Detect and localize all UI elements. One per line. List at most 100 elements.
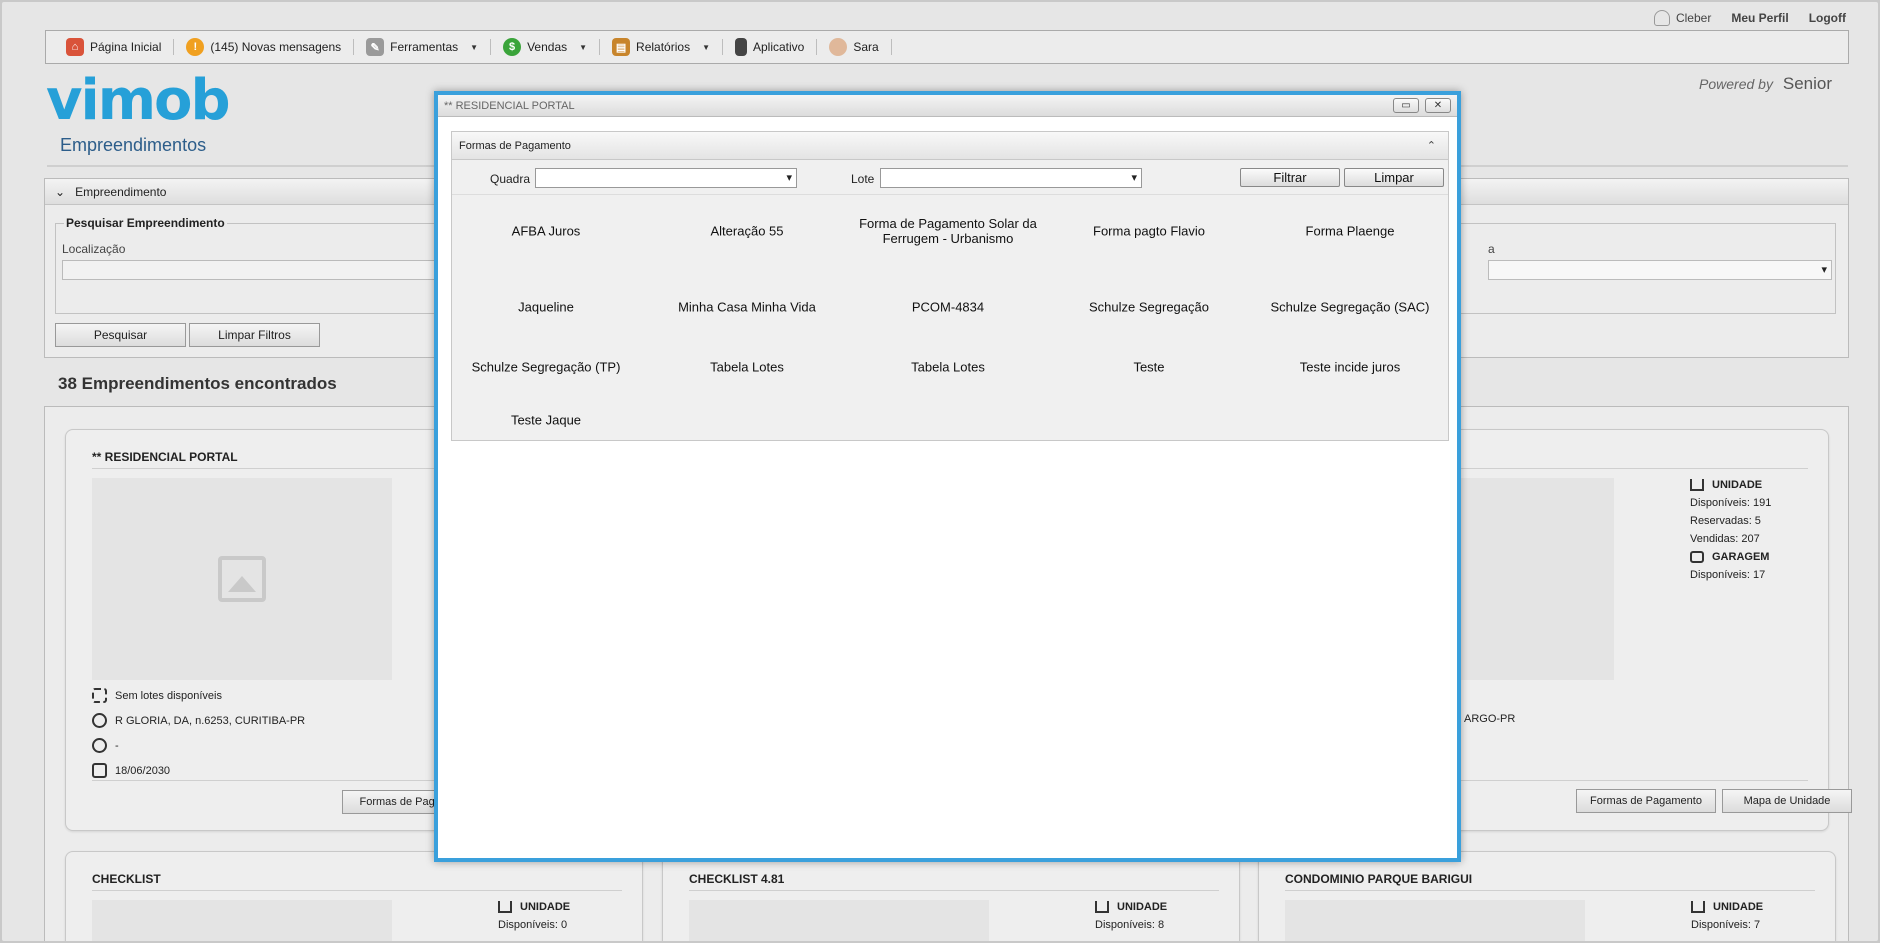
- payment-option[interactable]: Forma pagto Flavio: [1049, 224, 1249, 239]
- card-image-placeholder: [689, 900, 989, 941]
- unit-stats: UNIDADE Disponíveis: 191 Reservadas: 5 V…: [1690, 476, 1771, 584]
- chevron-down-icon: ▼: [470, 42, 479, 52]
- unit-stats: UNIDADE Disponíveis: 8: [1095, 898, 1167, 934]
- close-icon[interactable]: ✕: [1425, 98, 1451, 113]
- menu-sales-label: Vendas: [527, 40, 568, 54]
- card-title: CHECKLIST 4.81: [689, 872, 785, 886]
- price-text: -: [115, 739, 119, 752]
- project-card-checklist-481: CHECKLIST 4.81 UNIDADE Disponíveis: 8: [662, 851, 1240, 941]
- search-button[interactable]: Pesquisar: [55, 323, 186, 347]
- payment-option[interactable]: Schulze Segregação: [1049, 300, 1249, 315]
- location-input[interactable]: [62, 260, 462, 280]
- unit-heading: UNIDADE: [498, 898, 570, 916]
- powered-by: Powered by Senior: [1699, 74, 1832, 94]
- vimob-logo: vimob: [46, 68, 231, 133]
- menu-app[interactable]: Aplicativo: [723, 38, 818, 56]
- menu-user[interactable]: Sara: [817, 38, 892, 56]
- filter-button[interactable]: Filtrar: [1240, 168, 1340, 187]
- payment-option[interactable]: Teste incide juros: [1250, 360, 1450, 375]
- user-icon: [1653, 10, 1670, 26]
- project-card-barigui: CONDOMINIO PARQUE BARIGUI UNIDADE Dispon…: [1258, 851, 1836, 941]
- quadra-label: Quadra: [490, 172, 531, 186]
- senior-logo: Senior: [1782, 74, 1832, 93]
- car-icon: [1690, 551, 1704, 563]
- payment-option[interactable]: PCOM-4834: [848, 300, 1048, 315]
- payment-methods-header[interactable]: Formas de Pagamento ⌃: [452, 132, 1448, 160]
- results-count: 38 Empreendimentos encontrados: [58, 374, 337, 393]
- powered-by-text: Powered by: [1699, 76, 1773, 92]
- payment-option[interactable]: Forma Plaenge: [1250, 224, 1450, 239]
- avatar-icon: [829, 38, 848, 56]
- unit-heading: UNIDADE: [1691, 898, 1763, 916]
- unit-heading-text: UNIDADE: [520, 901, 571, 913]
- lots-icon: [92, 688, 107, 703]
- card-title: ** RESIDENCIAL PORTAL: [92, 450, 238, 464]
- card-divider: [92, 890, 622, 891]
- clear-button[interactable]: Limpar: [1344, 168, 1444, 187]
- available-count: Disponíveis: 7: [1691, 919, 1761, 931]
- dialog-titlebar[interactable]: ** RESIDENCIAL PORTAL ▭ ✕: [438, 95, 1457, 117]
- payment-option[interactable]: Tabela Lotes: [647, 360, 847, 375]
- payment-option[interactable]: Schulze Segregação (TP): [446, 360, 646, 375]
- user-name: Cleber: [1675, 11, 1712, 25]
- house-icon: [1691, 901, 1705, 913]
- user-link[interactable]: Cleber: [1653, 10, 1712, 26]
- address-fragment: ARGO-PR: [1464, 713, 1516, 725]
- profile-link[interactable]: Meu Perfil: [1731, 11, 1788, 25]
- menu-app-label: Aplicativo: [753, 40, 805, 54]
- lots-row: Sem lotes disponíveis: [92, 688, 222, 703]
- payment-option[interactable]: Forma de Pagamento Solar da Ferrugem - U…: [848, 216, 1048, 246]
- card-title: CONDOMINIO PARQUE BARIGUI: [1285, 872, 1473, 886]
- garage-available-count: Disponíveis: 17: [1690, 569, 1766, 581]
- address-row: R GLORIA, DA, n.6253, CURITIBA-PR: [92, 713, 305, 728]
- clear-filters-button[interactable]: Limpar Filtros: [189, 323, 320, 347]
- collapse-icon[interactable]: ⌃: [1427, 139, 1436, 152]
- menu-sales[interactable]: $ Vendas ▼: [491, 38, 601, 56]
- payment-option[interactable]: Teste: [1049, 360, 1249, 375]
- payment-methods-title: Formas de Pagamento: [459, 139, 571, 152]
- location-label: Localização: [62, 242, 126, 256]
- menu-tools-label: Ferramentas: [390, 40, 459, 54]
- dollar-icon: [92, 738, 107, 753]
- menu-messages-label: (145) Novas mensagens: [210, 40, 342, 54]
- maximize-icon[interactable]: ▭: [1393, 98, 1419, 113]
- lote-select[interactable]: [880, 168, 1142, 188]
- location-pin-icon: [92, 713, 107, 728]
- payment-option[interactable]: Jaqueline: [446, 300, 646, 315]
- lote-label: Lote: [851, 172, 875, 186]
- payment-option[interactable]: Tabela Lotes: [848, 360, 1048, 375]
- payment-option[interactable]: Teste Jaque: [446, 413, 646, 428]
- payment-option[interactable]: Minha Casa Minha Vida: [647, 300, 847, 315]
- quadra-select[interactable]: [535, 168, 797, 188]
- right-field-label: a: [1488, 242, 1495, 256]
- payment-option[interactable]: Schulze Segregação (SAC): [1250, 300, 1450, 315]
- available-count: Disponíveis: 191: [1690, 497, 1772, 509]
- unit-map-button[interactable]: Mapa de Unidade: [1722, 789, 1852, 813]
- menu-tools[interactable]: ✎ Ferramentas ▼: [354, 38, 492, 56]
- payment-methods-button-right[interactable]: Formas de Pagamento: [1576, 789, 1716, 813]
- project-card-checklist: CHECKLIST UNIDADE Disponíveis: 0: [65, 851, 643, 941]
- payment-option[interactable]: Alteração 55: [647, 224, 847, 239]
- payment-option[interactable]: AFBA Juros: [446, 224, 646, 239]
- home-icon: ⌂: [66, 38, 84, 56]
- card-divider: [689, 890, 1219, 891]
- menu-reports[interactable]: ▤ Relatórios ▼: [600, 38, 723, 56]
- chevron-down-icon: ▼: [702, 42, 710, 52]
- lots-text: Sem lotes disponíveis: [115, 689, 222, 702]
- date-row: 18/06/2030: [92, 763, 170, 778]
- unit-stats: UNIDADE Disponíveis: 0: [498, 898, 570, 934]
- menu-home[interactable]: ⌂ Página Inicial: [54, 38, 175, 56]
- unit-heading: UNIDADE: [1095, 898, 1167, 916]
- calendar-icon: [92, 763, 107, 778]
- menu-messages[interactable]: ! (145) Novas mensagens: [174, 38, 355, 56]
- sold-count: Vendidas: 207: [1690, 533, 1760, 545]
- dollar-icon: $: [503, 38, 522, 56]
- card-image-placeholder: [92, 900, 392, 941]
- right-select[interactable]: [1488, 260, 1832, 280]
- logoff-link[interactable]: Logoff: [1809, 11, 1846, 25]
- dialog-title: ** RESIDENCIAL PORTAL: [444, 99, 575, 112]
- garage-heading-text: GARAGEM: [1712, 551, 1770, 563]
- main-menu: ⌂ Página Inicial ! (145) Novas mensagens…: [45, 30, 1849, 64]
- address-row-right: ARGO-PR: [1464, 713, 1515, 725]
- menu-reports-label: Relatórios: [636, 40, 691, 54]
